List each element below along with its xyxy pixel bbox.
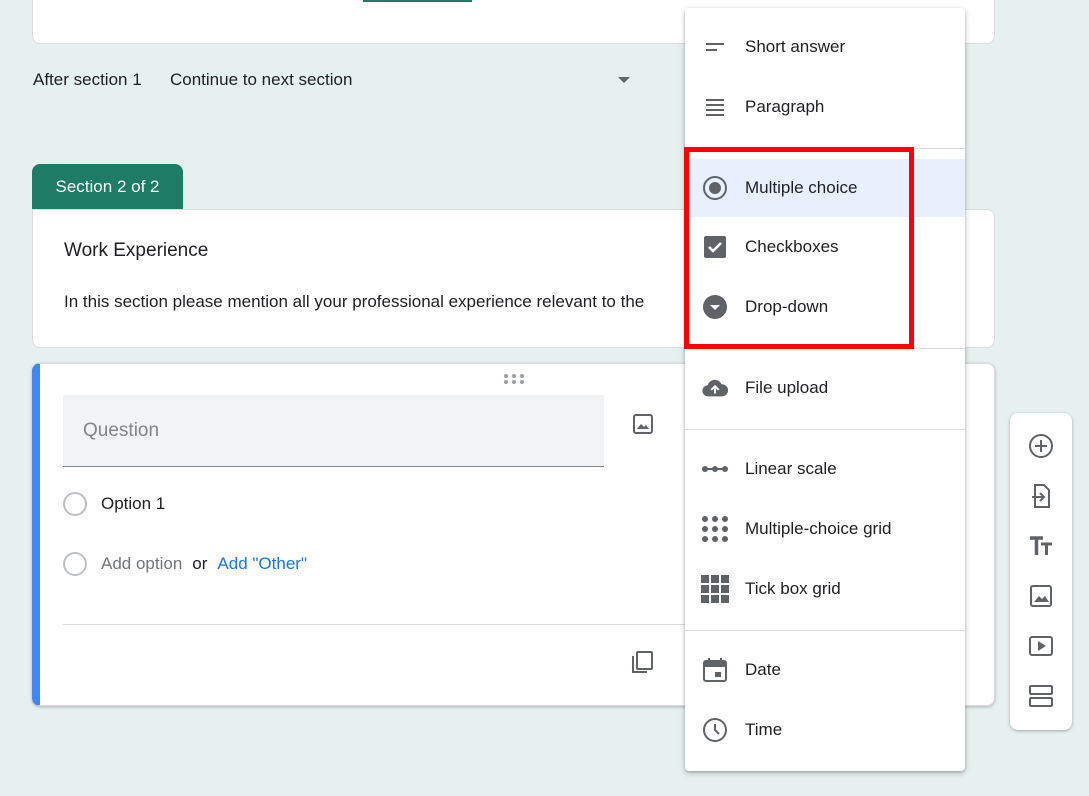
- drag-handle-icon[interactable]: [503, 373, 525, 385]
- add-question-icon[interactable]: [1027, 432, 1055, 460]
- chevron-down-icon: [618, 77, 630, 83]
- section-tab: Section 2 of 2: [32, 164, 183, 210]
- menu-divider: [685, 148, 965, 149]
- menu-item-label: Paragraph: [745, 97, 825, 116]
- checkbox-icon: [701, 233, 729, 261]
- menu-item-multiple-choice[interactable]: Multiple choice: [685, 159, 965, 217]
- menu-item-multiple-choice-grid[interactable]: Multiple-choice grid: [685, 500, 965, 558]
- menu-item-label: Linear scale: [745, 459, 837, 478]
- calendar-icon: [701, 656, 729, 684]
- menu-item-label: Multiple choice: [745, 178, 858, 197]
- add-other-button[interactable]: Add "Other": [217, 554, 307, 574]
- menu-item-linear-scale[interactable]: Linear scale: [685, 440, 965, 498]
- add-option-button[interactable]: Add option: [101, 554, 182, 574]
- menu-item-label: File upload: [745, 378, 829, 397]
- menu-item-label: Short answer: [745, 37, 846, 56]
- clock-icon: [701, 716, 729, 744]
- menu-item-label: Date: [745, 660, 781, 679]
- menu-item-short-answer[interactable]: Short answer: [685, 18, 965, 76]
- menu-divider: [685, 429, 965, 430]
- short-answer-icon: [701, 33, 729, 61]
- import-questions-icon[interactable]: [1027, 482, 1055, 510]
- add-section-icon[interactable]: [1027, 682, 1055, 710]
- option-row[interactable]: Option 1: [63, 492, 165, 516]
- section-description[interactable]: In this section please mention all your …: [64, 292, 686, 312]
- menu-item-label: Drop-down: [745, 297, 829, 316]
- cloud-upload-icon: [701, 374, 729, 402]
- square-grid-icon: [701, 575, 729, 603]
- section-navigation-value: Continue to next section: [170, 70, 353, 89]
- section-title[interactable]: Work Experience: [64, 240, 208, 262]
- menu-item-paragraph[interactable]: Paragraph: [685, 78, 965, 136]
- menu-item-label: Multiple-choice grid: [745, 519, 892, 538]
- paragraph-icon: [701, 93, 729, 121]
- radio-empty-icon: [63, 492, 87, 516]
- floating-toolbar: [1010, 413, 1072, 730]
- option-label[interactable]: Option 1: [101, 494, 165, 514]
- add-video-icon[interactable]: [1027, 632, 1055, 660]
- menu-item-label: Tick box grid: [745, 579, 841, 598]
- active-tab-indicator: [363, 0, 472, 2]
- duplicate-icon[interactable]: [628, 648, 656, 676]
- after-section-label: After section 1: [33, 70, 142, 89]
- question-type-menu: Short answer Paragraph Multiple choice C…: [685, 8, 965, 771]
- dropdown-circle-icon: [701, 293, 729, 321]
- menu-item-label: Checkboxes: [745, 237, 839, 256]
- menu-divider: [685, 348, 965, 349]
- add-image-icon[interactable]: [1027, 582, 1055, 610]
- add-image-icon[interactable]: [631, 412, 655, 436]
- menu-item-file-upload[interactable]: File upload: [685, 359, 965, 417]
- radio-checked-icon: [701, 174, 729, 202]
- or-text: or: [192, 554, 208, 573]
- menu-item-date[interactable]: Date: [685, 641, 965, 699]
- linear-scale-icon: [701, 455, 729, 483]
- add-title-icon[interactable]: [1027, 532, 1055, 560]
- menu-item-drop-down[interactable]: Drop-down: [685, 278, 965, 336]
- add-option-row: Add option or Add "Other": [63, 552, 307, 576]
- menu-divider: [685, 630, 965, 631]
- radio-empty-icon: [63, 552, 87, 576]
- menu-item-checkboxes[interactable]: Checkboxes: [685, 218, 965, 276]
- after-section-row: After section 1: [33, 69, 163, 91]
- section-navigation-dropdown[interactable]: Continue to next section: [170, 68, 636, 92]
- menu-item-time[interactable]: Time: [685, 701, 965, 759]
- menu-item-tick-box-grid[interactable]: Tick box grid: [685, 560, 965, 618]
- question-title-input[interactable]: [63, 395, 604, 467]
- menu-item-label: Time: [745, 720, 783, 739]
- dot-grid-icon: [701, 515, 729, 543]
